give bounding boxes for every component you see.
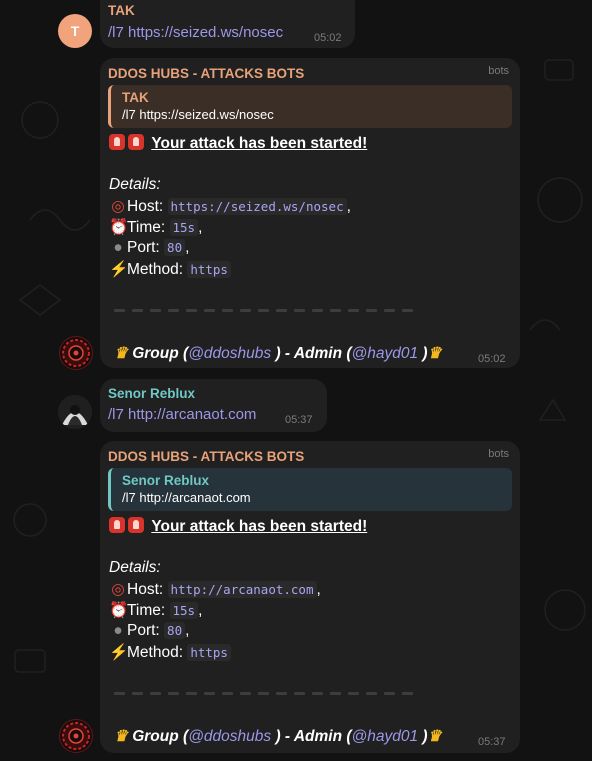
bomb-icon: ● [113, 622, 123, 639]
message-sender[interactable]: DDOS HUBS - ATTACKS BOTS [108, 449, 304, 464]
attack-started-text: Your attack has been started! [151, 518, 368, 535]
host-value[interactable]: https://seized.ws/nosec [167, 198, 347, 215]
reply-quote[interactable]: TAK /l7 https://seized.ws/nosec [108, 85, 512, 128]
message-text: /l7 http://arcanaot.com [108, 406, 256, 423]
avatar-bot[interactable] [59, 336, 93, 370]
bot-logo-icon [62, 722, 90, 750]
target-icon: ◎ [111, 581, 125, 598]
method-value[interactable]: https [187, 644, 231, 661]
avatar-tak[interactable]: T [58, 14, 92, 48]
footer-admin-text: ) - Admin ( [275, 345, 352, 362]
method-line: ⚡Method: https [109, 260, 231, 279]
port-value[interactable]: 80 [164, 239, 186, 256]
host-label: Host: [127, 581, 164, 598]
port-label: Port: [127, 239, 160, 256]
message-timestamp: 05:37 [285, 414, 313, 426]
port-label: Port: [127, 622, 160, 639]
avatar-bot[interactable] [59, 719, 93, 753]
port-line: ● Port: 80, [109, 239, 189, 257]
bot-tag: bots [488, 448, 509, 460]
user-photo-icon [58, 395, 92, 429]
port-value[interactable]: 80 [164, 622, 186, 639]
host-value[interactable]: http://arcanaot.com [167, 581, 317, 598]
message-sender[interactable]: DDOS HUBS - ATTACKS BOTS [108, 66, 304, 81]
message-bubble-tak[interactable]: TAK /l7 https://seized.ws/nosec 05:02 [100, 0, 355, 48]
siren-icon [109, 517, 125, 533]
crown-icon: ♛ [114, 728, 128, 745]
siren-icon [109, 134, 125, 150]
quote-text: /l7 https://seized.ws/nosec [122, 107, 274, 122]
url-link[interactable]: https://seized.ws/nosec [128, 24, 283, 41]
admin-handle-link[interactable]: @hayd01 [352, 728, 419, 745]
message-sender[interactable]: Senor Reblux [108, 386, 195, 401]
lightning-icon: ⚡ [109, 644, 129, 661]
host-line: ◎ Host: https://seized.ws/nosec, [109, 197, 351, 216]
message-timestamp: 05:02 [478, 353, 506, 365]
dash-divider [114, 692, 413, 695]
message-timestamp: 05:02 [314, 32, 342, 44]
footer-line: ♛ Group (@ddoshubs ) - Admin (@hayd01 )♛ [114, 344, 442, 363]
message-bubble-bot[interactable]: DDOS HUBS - ATTACKS BOTS bots TAK /l7 ht… [100, 58, 520, 368]
alarm-clock-icon: ⏰ [109, 219, 129, 236]
group-handle-link[interactable]: @ddoshubs [188, 345, 271, 362]
group-handle-link[interactable]: @ddoshubs [188, 728, 271, 745]
bot-tag: bots [488, 65, 509, 77]
message-timestamp: 05:37 [478, 736, 506, 748]
footer-group-text: Group ( [132, 728, 189, 745]
siren-icon [128, 134, 144, 150]
attack-started-text: Your attack has been started! [151, 135, 368, 152]
dash-divider [114, 309, 413, 312]
crown-icon: ♛ [114, 345, 128, 362]
quote-text: /l7 http://arcanaot.com [122, 490, 251, 505]
reply-quote[interactable]: Senor Reblux /l7 http://arcanaot.com [108, 468, 512, 511]
bot-logo-icon [62, 339, 90, 367]
method-line: ⚡Method: https [109, 643, 231, 662]
siren-icon [128, 517, 144, 533]
method-label: Method: [127, 644, 184, 661]
port-line: ● Port: 80, [109, 622, 189, 640]
crown-icon: ♛ [427, 728, 442, 745]
message-text: /l7 https://seized.ws/nosec [108, 24, 283, 41]
time-label: Time: [127, 602, 166, 619]
message-bubble-senor-reblux[interactable]: Senor Reblux /l7 http://arcanaot.com 05:… [100, 379, 327, 432]
message-sender[interactable]: TAK [108, 3, 135, 18]
attack-started-line: Your attack has been started! [109, 517, 367, 536]
details-label: Details: [109, 176, 161, 193]
method-label: Method: [127, 261, 184, 278]
time-label: Time: [127, 219, 166, 236]
quote-sender: Senor Reblux [122, 473, 210, 488]
crown-icon: ♛ [427, 345, 442, 362]
footer-admin-text: ) - Admin ( [275, 728, 352, 745]
footer-line: ♛ Group (@ddoshubs ) - Admin (@hayd01 )♛ [114, 727, 442, 746]
lightning-icon: ⚡ [109, 261, 129, 278]
time-value[interactable]: 15s [169, 602, 199, 619]
time-line: ⏰Time: 15s, [109, 219, 203, 236]
details-label: Details: [109, 559, 161, 576]
attack-started-line: Your attack has been started! [109, 134, 367, 153]
method-value[interactable]: https [187, 261, 231, 278]
alarm-clock-icon: ⏰ [109, 602, 129, 619]
command-link[interactable]: /l7 [108, 406, 124, 423]
target-icon: ◎ [111, 198, 125, 215]
time-value[interactable]: 15s [169, 219, 199, 236]
host-label: Host: [127, 198, 164, 215]
quote-sender: TAK [122, 90, 149, 105]
command-link[interactable]: /l7 [108, 24, 124, 41]
avatar-letter: T [70, 23, 80, 39]
footer-group-text: Group ( [132, 345, 189, 362]
time-line: ⏰Time: 15s, [109, 602, 203, 619]
bomb-icon: ● [113, 239, 123, 256]
avatar-senor-reblux[interactable] [58, 395, 92, 429]
message-bubble-bot[interactable]: DDOS HUBS - ATTACKS BOTS bots Senor Rebl… [100, 441, 520, 753]
host-line: ◎ Host: http://arcanaot.com, [109, 580, 321, 599]
admin-handle-link[interactable]: @hayd01 [352, 345, 419, 362]
url-link[interactable]: http://arcanaot.com [128, 406, 256, 423]
